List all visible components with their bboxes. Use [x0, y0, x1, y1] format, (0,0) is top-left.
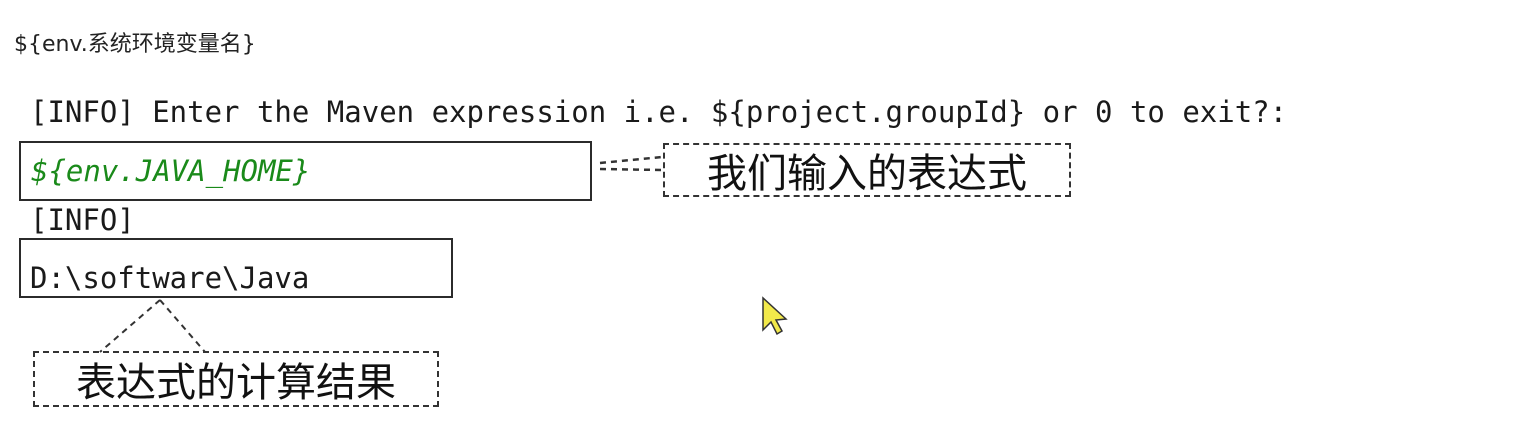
connector-overlay	[99, 155, 788, 353]
mouse-pointer-icon	[762, 296, 788, 336]
result-connector-line-right	[159, 299, 206, 353]
result-connector-line-left	[99, 299, 161, 353]
input-connector-line-top	[599, 155, 663, 165]
input-connector-line-bottom	[599, 167, 663, 172]
